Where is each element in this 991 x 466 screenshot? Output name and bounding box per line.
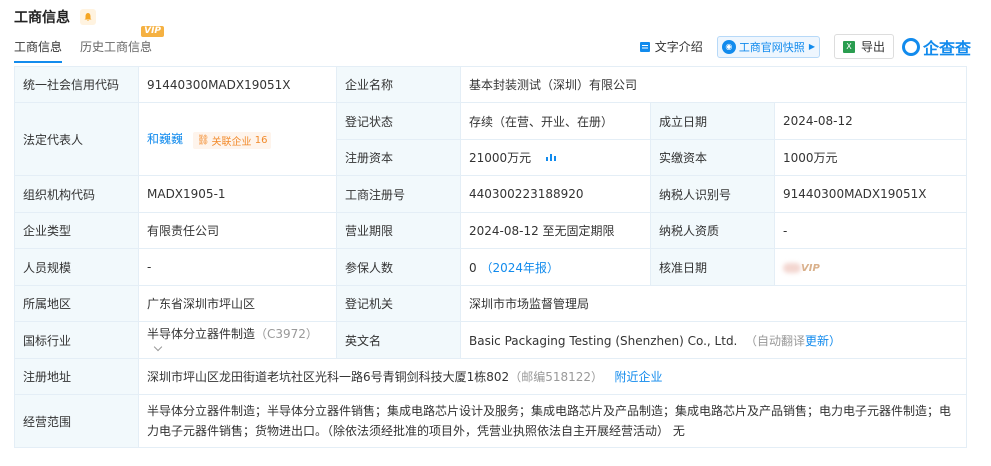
credit-code-value: 91440300MADX19051X: [138, 66, 337, 103]
text-intro-button[interactable]: 文字介绍: [639, 38, 703, 55]
industry-cell[interactable]: 半导体分立器件制造（C3972）: [138, 321, 337, 359]
brand-logo-icon: [901, 37, 920, 56]
org-code-value: MADX1905-1: [138, 175, 337, 213]
table-row: 注册地址 深圳市坪山区龙田街道老坑社区光科一路6号青铜剑科技大厦1栋802（邮编…: [14, 358, 967, 395]
business-info-table: 统一社会信用代码 91440300MADX19051X 企业名称 基本封装测试（…: [14, 66, 967, 448]
type-label: 企业类型: [14, 212, 139, 249]
paid-capital-value: 1000万元: [774, 139, 967, 176]
approval-cell[interactable]: VIP: [774, 248, 967, 286]
english-label: 英文名: [336, 321, 461, 359]
table-row: 人员规模 - 参保人数 0 （2024年报） 核准日期 VIP: [14, 248, 967, 286]
scope-value: 半导体分立器件制造；半导体分立器件销售；集成电路芯片设计及服务；集成电路芯片及产…: [138, 394, 967, 448]
qichacha-logo: 企查查: [901, 35, 971, 59]
excel-icon: X: [842, 40, 855, 53]
tab-bar: 工商信息 历史工商信息 VIP: [14, 26, 170, 63]
est-date-value: 2024-08-12: [774, 102, 967, 140]
legal-rep-link[interactable]: 和巍巍: [147, 132, 183, 146]
table-row: 法定代表人 和巍巍 ⛓ 关联企业 16 登记状态 存续（在营、开业、在册） 成立…: [14, 102, 967, 176]
chart-icon[interactable]: [545, 152, 557, 162]
official-snapshot-button[interactable]: ◉ 工商官网快照 ▶: [716, 35, 820, 58]
address-cell: 深圳市坪山区龙田街道老坑社区光科一路6号青铜剑科技大厦1栋802（邮编51812…: [138, 358, 967, 395]
update-translation-link[interactable]: 更新）: [805, 334, 841, 348]
reg-capital-label: 注册资本: [336, 139, 461, 176]
credit-code-label: 统一社会信用代码: [14, 66, 139, 103]
vip-badge: VIP: [141, 26, 165, 37]
export-button[interactable]: X 导出: [833, 34, 894, 59]
authority-value: 深圳市市场监督管理局: [460, 285, 967, 322]
type-value: 有限责任公司: [138, 212, 337, 249]
reg-no-value: 440300223188920: [460, 175, 651, 213]
insured-cell: 0 （2024年报）: [460, 248, 651, 286]
term-label: 营业期限: [336, 212, 461, 249]
est-date-label: 成立日期: [650, 102, 775, 140]
reg-capital-cell: 21000万元: [460, 139, 651, 176]
related-icon: ⛓: [196, 134, 210, 146]
address-label: 注册地址: [14, 358, 139, 395]
company-name-value: 基本封装测试（深圳）有限公司: [460, 66, 967, 103]
legal-rep-cell: 和巍巍 ⛓ 关联企业 16: [138, 102, 337, 176]
toolbar: 文字介绍 ◉ 工商官网快照 ▶ X 导出 企查查: [625, 34, 971, 59]
table-row: 经营范围 半导体分立器件制造；半导体分立器件销售；集成电路芯片设计及服务；集成电…: [14, 394, 967, 448]
status-value: 存续（在营、开业、在册）: [460, 102, 651, 140]
blurred-value: [783, 262, 801, 273]
table-row: 企业类型 有限责任公司 营业期限 2024-08-12 至无固定期限 纳税人资质…: [14, 212, 967, 249]
region-value: 广东省深圳市坪山区: [138, 285, 337, 322]
region-label: 所属地区: [14, 285, 139, 322]
taxpayer-qual-label: 纳税人资质: [650, 212, 775, 249]
tab-business-info[interactable]: 工商信息: [14, 38, 63, 63]
approval-label: 核准日期: [650, 248, 775, 286]
taxpayer-id-label: 纳税人识别号: [650, 175, 775, 213]
taxpayer-qual-value: -: [774, 212, 967, 249]
authority-label: 登记机关: [336, 285, 461, 322]
document-icon: [639, 41, 650, 52]
industry-label: 国标行业: [14, 321, 139, 359]
caret-right-icon: ▶: [808, 42, 815, 51]
reg-no-label: 工商注册号: [336, 175, 461, 213]
staff-value: -: [138, 248, 337, 286]
org-code-label: 组织机构代码: [14, 175, 139, 213]
table-row: 组织机构代码 MADX1905-1 工商注册号 440300223188920 …: [14, 175, 967, 213]
paid-capital-label: 实缴资本: [650, 139, 775, 176]
snapshot-logo-icon: ◉: [721, 39, 736, 54]
table-row: 国标行业 半导体分立器件制造（C3972） 英文名 Basic Packagin…: [14, 321, 967, 359]
table-row: 所属地区 广东省深圳市坪山区 登记机关 深圳市市场监督管理局: [14, 285, 967, 322]
staff-label: 人员规模: [14, 248, 139, 286]
chevron-down-icon: [153, 342, 163, 351]
related-companies-tag[interactable]: ⛓ 关联企业 16: [192, 131, 272, 149]
vip-lock-badge: VIP: [801, 263, 820, 274]
legal-rep-label: 法定代表人: [14, 102, 139, 176]
insured-label: 参保人数: [336, 248, 461, 286]
bell-icon[interactable]: [80, 9, 96, 25]
english-cell: Basic Packaging Testing (Shenzhen) Co., …: [460, 321, 967, 359]
tab-history-business-info[interactable]: 历史工商信息 VIP: [80, 26, 165, 63]
taxpayer-id-value: 91440300MADX19051X: [774, 175, 967, 213]
table-row: 统一社会信用代码 91440300MADX19051X 企业名称 基本封装测试（…: [14, 66, 967, 103]
term-value: 2024-08-12 至无固定期限: [460, 212, 651, 249]
annual-report-link[interactable]: （2024年报）: [480, 261, 559, 275]
section-header: 工商信息: [14, 7, 96, 27]
section-title: 工商信息: [14, 10, 70, 26]
scope-label: 经营范围: [14, 394, 139, 448]
nearby-companies-link[interactable]: 附近企业: [614, 370, 662, 384]
status-label: 登记状态: [336, 102, 461, 140]
company-name-label: 企业名称: [336, 66, 461, 103]
